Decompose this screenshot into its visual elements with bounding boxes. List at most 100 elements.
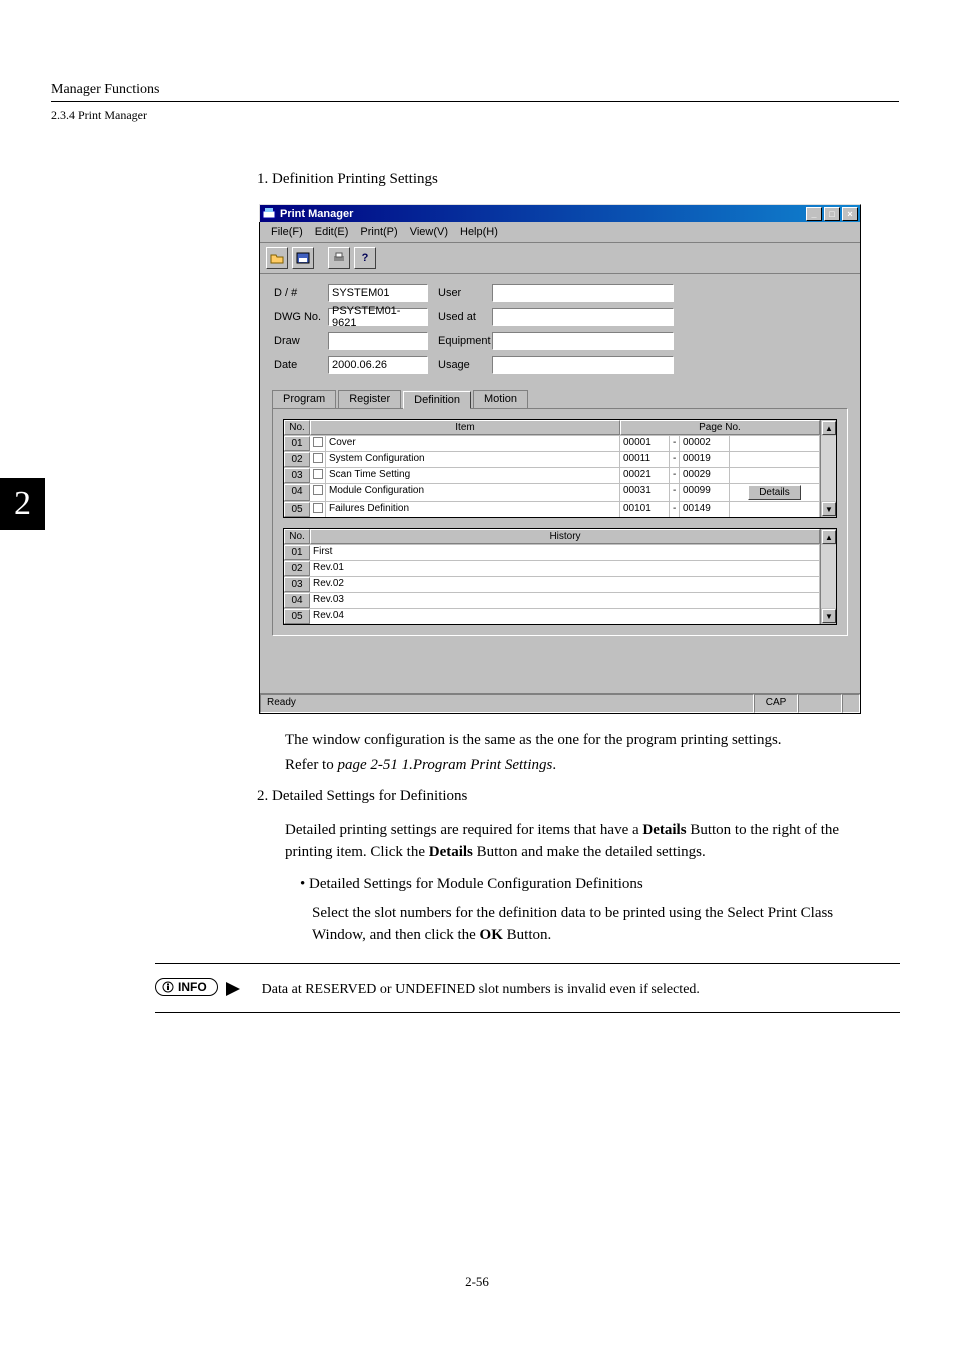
table-row[interactable]: 02System Configuration00011-00019 [284, 451, 820, 467]
close-button[interactable]: × [842, 207, 858, 221]
input-draw[interactable] [328, 332, 428, 350]
status-ready: Ready [260, 694, 754, 713]
row-details-cell: Details [730, 484, 820, 501]
row-no: 02 [284, 561, 310, 576]
row-no: 04 [284, 593, 310, 608]
input-dwg[interactable]: PSYSTEM01-9621 [328, 308, 428, 326]
menu-print[interactable]: Print(P) [355, 224, 402, 240]
row-no: 04 [284, 484, 310, 501]
row-checkbox[interactable] [310, 436, 326, 451]
row-history: Rev.04 [310, 609, 820, 624]
input-usedat[interactable] [492, 308, 674, 326]
table-row[interactable]: 04Module Configuration00031-00099Details [284, 483, 820, 501]
row-page-to: 00149 [680, 502, 730, 517]
row-page-from: 00031 [620, 484, 670, 501]
row-page-to: 00002 [680, 436, 730, 451]
col-item[interactable]: Item [310, 420, 620, 435]
input-user[interactable] [492, 284, 674, 302]
col-no-2[interactable]: No. [284, 529, 310, 544]
input-usage[interactable] [492, 356, 674, 374]
input-date[interactable]: 2000.06.26 [328, 356, 428, 374]
arrow-right-icon [226, 982, 240, 996]
menu-view[interactable]: View(V) [405, 224, 453, 240]
table-row[interactable]: 04Rev.03 [284, 592, 820, 608]
definition-grid[interactable]: No. Item Page No. 01Cover00001-0000202Sy… [283, 419, 837, 518]
row-item: Cover [326, 436, 620, 451]
col-history[interactable]: History [310, 529, 820, 544]
resize-grip-icon[interactable] [842, 694, 860, 713]
info-icon [162, 981, 174, 993]
table-row[interactable]: 03Scan Time Setting00021-00029 [284, 467, 820, 483]
status-cap: CAP [754, 694, 798, 713]
minimize-button[interactable]: _ [806, 207, 822, 221]
details-button[interactable]: Details [748, 485, 801, 500]
row-details-cell [730, 436, 820, 451]
step-1-heading: 1. Definition Printing Settings [257, 171, 438, 188]
table-row[interactable]: 01Cover00001-00002 [284, 435, 820, 451]
row-no: 03 [284, 468, 310, 483]
row-item: System Configuration [326, 452, 620, 467]
tab-definition[interactable]: Definition [403, 391, 471, 409]
table-row[interactable]: 05Rev.04 [284, 608, 820, 624]
info-badge: INFO [155, 978, 218, 996]
info-text: Data at RESERVED or UNDEFINED slot numbe… [262, 982, 700, 997]
tab-strip: Program Register Definition Motion [260, 390, 860, 408]
history-grid[interactable]: No. History 01First02Rev.0103Rev.0204Rev… [283, 528, 837, 625]
row-checkbox[interactable] [310, 502, 326, 517]
section-number: 2.3.4 Print Manager [51, 108, 899, 123]
save-button[interactable] [292, 247, 314, 269]
col-page[interactable]: Page No. [620, 420, 820, 435]
row-checkbox[interactable] [310, 468, 326, 483]
scrollbar-grid1[interactable]: ▲ ▼ [820, 420, 836, 517]
scroll-up-icon[interactable]: ▲ [822, 530, 836, 544]
paragraph-refer: Refer to page 2-51 1.Program Print Setti… [285, 755, 875, 777]
row-page-from: 00021 [620, 468, 670, 483]
paragraph-detailed-required: Detailed printing settings are required … [285, 820, 875, 864]
col-no[interactable]: No. [284, 420, 310, 435]
row-details-cell [730, 502, 820, 517]
scroll-down-icon[interactable]: ▼ [822, 609, 836, 623]
row-no: 05 [284, 609, 310, 624]
label-equipment: Equipment [428, 335, 492, 347]
menu-file[interactable]: File(F) [266, 224, 308, 240]
row-details-cell [730, 452, 820, 467]
chapter-tab: 2 [0, 478, 45, 530]
label-user: User [428, 287, 492, 299]
label-usedat: Used at [428, 311, 492, 323]
input-equipment[interactable] [492, 332, 674, 350]
table-row[interactable]: 02Rev.01 [284, 560, 820, 576]
open-button[interactable] [266, 247, 288, 269]
app-icon [262, 207, 276, 221]
label-draw: Draw [274, 335, 328, 347]
row-checkbox[interactable] [310, 452, 326, 467]
menu-edit[interactable]: Edit(E) [310, 224, 354, 240]
row-history: Rev.01 [310, 561, 820, 576]
table-row[interactable]: 03Rev.02 [284, 576, 820, 592]
menu-help[interactable]: Help(H) [455, 224, 503, 240]
row-details-cell [730, 468, 820, 483]
row-no: 05 [284, 502, 310, 517]
row-history: First [310, 545, 820, 560]
window-titlebar[interactable]: Print Manager _ □ × [259, 204, 861, 222]
row-item: Failures Definition [326, 502, 620, 517]
row-page-from: 00101 [620, 502, 670, 517]
bullet-module-config: • Detailed Settings for Module Configura… [300, 876, 643, 893]
table-row[interactable]: 01First [284, 544, 820, 560]
step-2-heading: 2. Detailed Settings for Definitions [257, 788, 467, 805]
table-row[interactable]: 05Failures Definition00101-00149 [284, 501, 820, 517]
form-area: D / # SYSTEM01 User DWG No. PSYSTEM01-96… [260, 274, 860, 386]
scroll-down-icon[interactable]: ▼ [822, 502, 836, 516]
running-header: Manager Functions [51, 82, 899, 102]
menu-bar[interactable]: File(F) Edit(E) Print(P) View(V) Help(H) [260, 222, 860, 243]
status-cell-2 [798, 694, 842, 713]
tab-register[interactable]: Register [338, 390, 401, 408]
scrollbar-grid2[interactable]: ▲ ▼ [820, 529, 836, 624]
maximize-button[interactable]: □ [824, 207, 840, 221]
help-button[interactable]: ? [354, 247, 376, 269]
row-checkbox[interactable] [310, 484, 326, 501]
tab-program[interactable]: Program [272, 390, 336, 408]
print-button[interactable] [328, 247, 350, 269]
scroll-up-icon[interactable]: ▲ [822, 421, 836, 435]
input-dh[interactable]: SYSTEM01 [328, 284, 428, 302]
tab-motion[interactable]: Motion [473, 390, 528, 408]
